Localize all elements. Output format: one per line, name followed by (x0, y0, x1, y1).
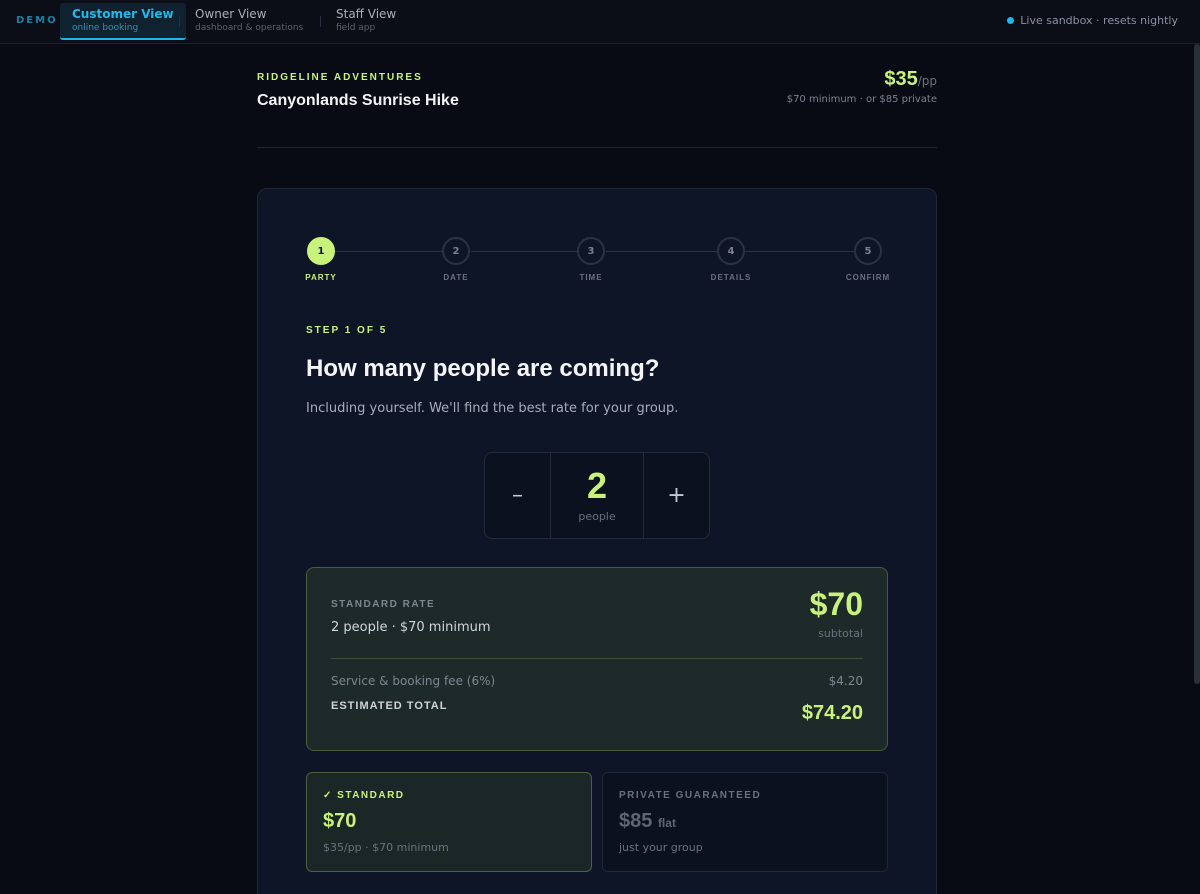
tab-owner-view[interactable]: Owner View dashboard & operations (183, 3, 315, 40)
step-label: DATE (443, 273, 469, 282)
brand-name: RIDGELINE ADVENTURES (257, 72, 423, 83)
tab-label: Customer View (72, 7, 174, 21)
price-note: $70 minimum · or $85 private (786, 94, 937, 105)
option-label: ✓ STANDARD (323, 790, 405, 801)
fee-amount: $4.20 (828, 674, 863, 688)
rate-option-standard[interactable]: ✓ STANDARD $70 $35/pp · $70 minimum (306, 772, 592, 872)
option-amount: $70 (323, 810, 357, 832)
sandbox-status-text: Live sandbox · resets nightly (1020, 14, 1178, 27)
party-size-stepper: – 2 people + (484, 452, 710, 539)
price-amount: $35 (884, 68, 918, 90)
tab-sublabel: online booking (72, 23, 139, 33)
step-number: 1 (307, 237, 335, 265)
step-label: DETAILS (710, 273, 752, 282)
status-dot-icon (1007, 17, 1015, 24)
subtotal-label: subtotal (818, 627, 863, 640)
step-number: 5 (854, 237, 882, 265)
question-subtext: Including yourself. We'll find the best … (306, 401, 679, 416)
increment-button[interactable]: + (644, 453, 709, 538)
tab-label: Owner View (195, 7, 267, 21)
step-indicator: STEP 1 OF 5 (306, 325, 388, 336)
step-time[interactable]: 3 TIME (551, 237, 631, 282)
tab-staff-view[interactable]: Staff View field app (324, 3, 408, 40)
price-unit: /pp (917, 74, 937, 88)
option-subtext: $35/pp · $70 minimum (323, 841, 449, 854)
option-amount-row: $85 flat (619, 810, 887, 833)
option-amount: $85 (619, 810, 653, 832)
booking-card: 1 PARTY 2 DATE 3 TIME 4 DETAILS 5 CONFIR… (257, 188, 937, 894)
option-subtext: just your group (619, 841, 703, 854)
nav-divider (320, 16, 321, 27)
question-heading: How many people are coming? (306, 355, 660, 382)
tab-sublabel: dashboard & operations (195, 23, 304, 33)
subtotal-amount: $70 (809, 586, 863, 622)
rate-description: 2 people · $70 minimum (331, 620, 491, 635)
option-amount-suffix: flat (657, 816, 676, 830)
price-header: $35/pp $70 minimum · or $85 private (787, 68, 937, 105)
step-confirm[interactable]: 5 CONFIRM (828, 237, 908, 282)
rate-label: STANDARD RATE (331, 599, 436, 610)
step-label: TIME (579, 273, 603, 282)
step-label: PARTY (305, 273, 337, 282)
tab-sublabel: field app (336, 23, 376, 33)
divider (257, 147, 937, 148)
party-size-unit: people (578, 510, 616, 523)
option-label: PRIVATE GUARANTEED (619, 790, 762, 801)
step-date[interactable]: 2 DATE (416, 237, 496, 282)
total-label: ESTIMATED TOTAL (331, 700, 448, 712)
tab-customer-view[interactable]: Customer View online booking (60, 3, 186, 40)
party-size-value: 2 (586, 465, 608, 506)
decrement-button[interactable]: – (485, 453, 550, 538)
fee-label: Service & booking fee (6%) (331, 674, 496, 688)
summary-divider (331, 658, 863, 659)
total-amount: $74.20 (801, 702, 863, 724)
step-label: CONFIRM (845, 273, 891, 282)
sandbox-status: Live sandbox · resets nightly (1007, 14, 1178, 27)
step-details[interactable]: 4 DETAILS (691, 237, 771, 282)
step-number: 2 (442, 237, 470, 265)
scrollbar[interactable] (1194, 44, 1200, 684)
price-summary: STANDARD RATE 2 people · $70 minimum $70… (306, 567, 888, 751)
step-number: 3 (577, 237, 605, 265)
step-party[interactable]: 1 PARTY (281, 237, 361, 282)
party-size-display: 2 people (550, 453, 644, 538)
step-number: 4 (717, 237, 745, 265)
top-nav: DEMO Customer View online booking Owner … (0, 0, 1200, 44)
nav-divider (179, 16, 180, 27)
rate-option-private[interactable]: PRIVATE GUARANTEED $85 flat just your gr… (602, 772, 888, 872)
tour-title: Canyonlands Sunrise Hike (257, 92, 459, 109)
tab-label: Staff View (336, 7, 397, 21)
demo-label: DEMO (16, 15, 58, 26)
